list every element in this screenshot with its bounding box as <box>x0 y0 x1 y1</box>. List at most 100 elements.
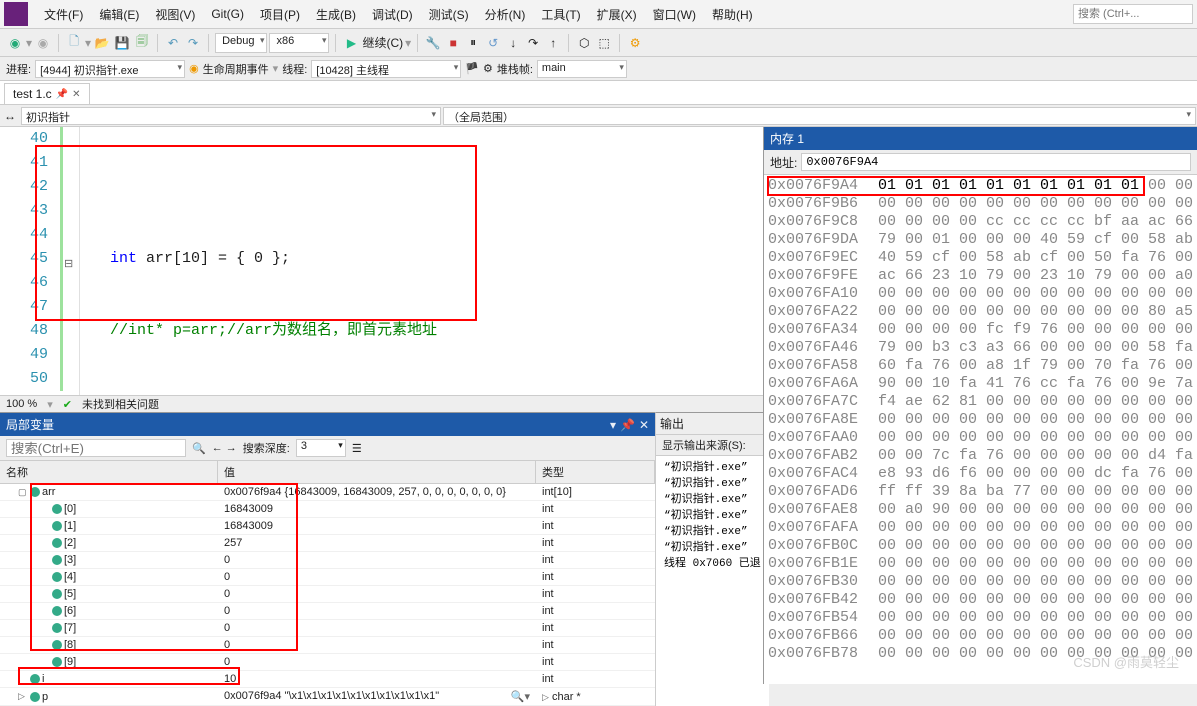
locals-row[interactable]: ▢ arr0x0076f9a4 {16843009, 16843009, 257… <box>0 484 655 501</box>
line-num: 41 <box>0 151 48 175</box>
menu-edit[interactable]: 编辑(E) <box>91 3 147 26</box>
platform-dropdown[interactable]: x86 <box>269 33 329 53</box>
menu-test[interactable]: 测试(S) <box>421 3 477 26</box>
config-dropdown[interactable]: Debug <box>215 33 267 53</box>
stop-icon[interactable]: ■ <box>444 34 462 52</box>
new-icon[interactable]: 🗋 <box>65 34 83 52</box>
locals-row[interactable]: ▷ p0x0076f9a4 "\x1\x1\x1\x1\x1\x1\x1\x1\… <box>0 688 655 706</box>
memory-grid[interactable]: 0x0076F9A401 01 01 01 01 01 01 01 01 01 … <box>764 175 1197 684</box>
issues-label: 未找到相关问题 <box>82 396 159 412</box>
context-scope2[interactable]: （全局范围） <box>443 107 1196 125</box>
locals-row[interactable]: i10int <box>0 671 655 688</box>
undo-icon[interactable]: ↶ <box>164 34 182 52</box>
memory-addr-label: 地址: <box>770 154 797 171</box>
thread-dropdown[interactable]: [10428] 主线程 <box>311 60 461 78</box>
menu-extensions[interactable]: 扩展(X) <box>589 3 645 26</box>
process-bar: 进程: [4944] 初识指针.exe ◉ 生命周期事件 ▾ 线程: [1042… <box>0 57 1197 81</box>
threads-icon[interactable]: ⬚ <box>595 34 613 52</box>
menu-help[interactable]: 帮助(H) <box>704 3 761 26</box>
memory-panel: 内存 1 地址: 0x0076F9A401 01 01 01 01 01 01 … <box>763 127 1197 684</box>
depth-dropdown[interactable]: 3 <box>296 439 346 457</box>
restart-icon[interactable]: ↺ <box>484 34 502 52</box>
tab-strip: test 1.c 📌 ✕ <box>0 81 1197 105</box>
locals-row[interactable]: [5]0int <box>0 586 655 603</box>
locals-row[interactable]: [8]0int <box>0 637 655 654</box>
toolbox-icon[interactable]: ⚙ <box>626 34 644 52</box>
output-body[interactable]: “初识指针.exe”“初识指针.exe”“初识指针.exe”“初识指针.exe”… <box>656 456 769 706</box>
issues-icon[interactable]: ✔ <box>63 398 72 411</box>
locals-search-input[interactable] <box>6 439 186 457</box>
menu-view[interactable]: 视图(V) <box>147 3 203 26</box>
context-scope[interactable]: 初识指针 <box>21 107 441 125</box>
locals-row[interactable]: [4]0int <box>0 569 655 586</box>
nav-icon[interactable]: ↔ <box>0 109 20 123</box>
close-icon[interactable]: ✕ <box>639 418 649 432</box>
back-icon[interactable]: ◉ <box>6 34 24 52</box>
menu-build[interactable]: 生成(B) <box>308 3 364 26</box>
locals-grid[interactable]: 名称 值 类型 ▢ arr0x0076f9a4 {16843009, 16843… <box>0 461 655 706</box>
pause-icon[interactable]: ⏸ <box>464 34 482 52</box>
pin-icon[interactable]: 📌 <box>620 418 635 432</box>
menu-tools[interactable]: 工具(T) <box>533 3 588 26</box>
col-type[interactable]: 类型 <box>536 461 655 483</box>
menu-debug[interactable]: 调试(D) <box>364 3 421 26</box>
step-out-icon[interactable]: ↑ <box>544 34 562 52</box>
redo-icon[interactable]: ↷ <box>184 34 202 52</box>
thread-label: 线程: <box>282 61 307 77</box>
fold-margin[interactable]: ⊟ <box>56 127 80 395</box>
locals-title-bar[interactable]: 局部变量 ▾ 📌 ✕ <box>0 413 655 436</box>
locals-row[interactable]: [7]0int <box>0 620 655 637</box>
memory-title-bar[interactable]: 内存 1 <box>764 127 1197 150</box>
process-dropdown[interactable]: [4944] 初识指针.exe <box>35 60 185 78</box>
menu-analyze[interactable]: 分析(N) <box>477 3 534 26</box>
line-num: 40 <box>0 127 48 151</box>
line-num: 42 <box>0 175 48 199</box>
line-num: 43 <box>0 199 48 223</box>
code-editor[interactable]: 40 41 42 43 44 45 46 47 48 49 50 ⊟ <box>0 127 763 395</box>
menu-git[interactable]: Git(G) <box>203 4 252 24</box>
stackframe-dropdown[interactable]: main <box>537 60 627 78</box>
col-value[interactable]: 值 <box>218 461 536 483</box>
line-num: 47 <box>0 295 48 319</box>
memory-title: 内存 1 <box>770 130 804 147</box>
memory-addr-input[interactable] <box>801 153 1191 171</box>
line-num: 44 <box>0 223 48 247</box>
continue-label[interactable]: 继续(C) <box>362 34 403 51</box>
zoom-level[interactable]: 100 % <box>6 398 37 410</box>
tab-label: test 1.c <box>13 87 52 101</box>
line-num: 48 <box>0 319 48 343</box>
menu-file[interactable]: 文件(F) <box>36 3 91 26</box>
menu-search-input[interactable] <box>1073 4 1193 24</box>
close-icon[interactable]: ✕ <box>72 89 80 100</box>
locals-row[interactable]: [3]0int <box>0 552 655 569</box>
code-area[interactable]: int arr[10] = { 0 }; //int* p=arr;//arr为… <box>80 127 437 395</box>
col-name[interactable]: 名称 <box>0 461 218 483</box>
open-icon[interactable]: 📂 <box>93 34 111 52</box>
continue-icon[interactable]: ▶ <box>342 34 360 52</box>
lifecycle-label: 生命周期事件 <box>203 61 269 77</box>
menu-window[interactable]: 窗口(W) <box>645 3 704 26</box>
hex-icon[interactable]: ⬡ <box>575 34 593 52</box>
forward-icon[interactable]: ◉ <box>34 34 52 52</box>
step-over-icon[interactable]: ↷ <box>524 34 542 52</box>
locals-row[interactable]: [6]0int <box>0 603 655 620</box>
menu-project[interactable]: 项目(P) <box>252 3 308 26</box>
depth-label: 搜索深度: <box>243 440 290 456</box>
step-into-icon[interactable]: ↓ <box>504 34 522 52</box>
output-tab[interactable]: 输出 <box>656 413 769 435</box>
stackframe-label: 堆栈帧: <box>497 61 533 77</box>
context-bar: ↔ 初识指针 （全局范围） <box>0 105 1197 127</box>
dropdown-icon[interactable]: ▾ <box>610 418 616 432</box>
save-icon[interactable]: 💾 <box>113 34 131 52</box>
locals-row[interactable]: [2]257int <box>0 535 655 552</box>
locals-panel: 局部变量 ▾ 📌 ✕ 🔍 ← → 搜索深度: 3 ☰ 名称 <box>0 412 655 706</box>
tab-test1c[interactable]: test 1.c 📌 ✕ <box>4 83 90 104</box>
locals-row[interactable]: [1]16843009int <box>0 518 655 535</box>
save-all-icon[interactable]: 🗐 <box>133 34 151 52</box>
pin-icon[interactable]: 📌 <box>56 89 68 100</box>
toolbar-icon[interactable]: ☰ <box>352 442 362 455</box>
vs-logo-icon <box>4 2 28 26</box>
debug-target-icon[interactable]: 🔧 <box>424 34 442 52</box>
locals-row[interactable]: [0]16843009int <box>0 501 655 518</box>
locals-row[interactable]: [9]0int <box>0 654 655 671</box>
